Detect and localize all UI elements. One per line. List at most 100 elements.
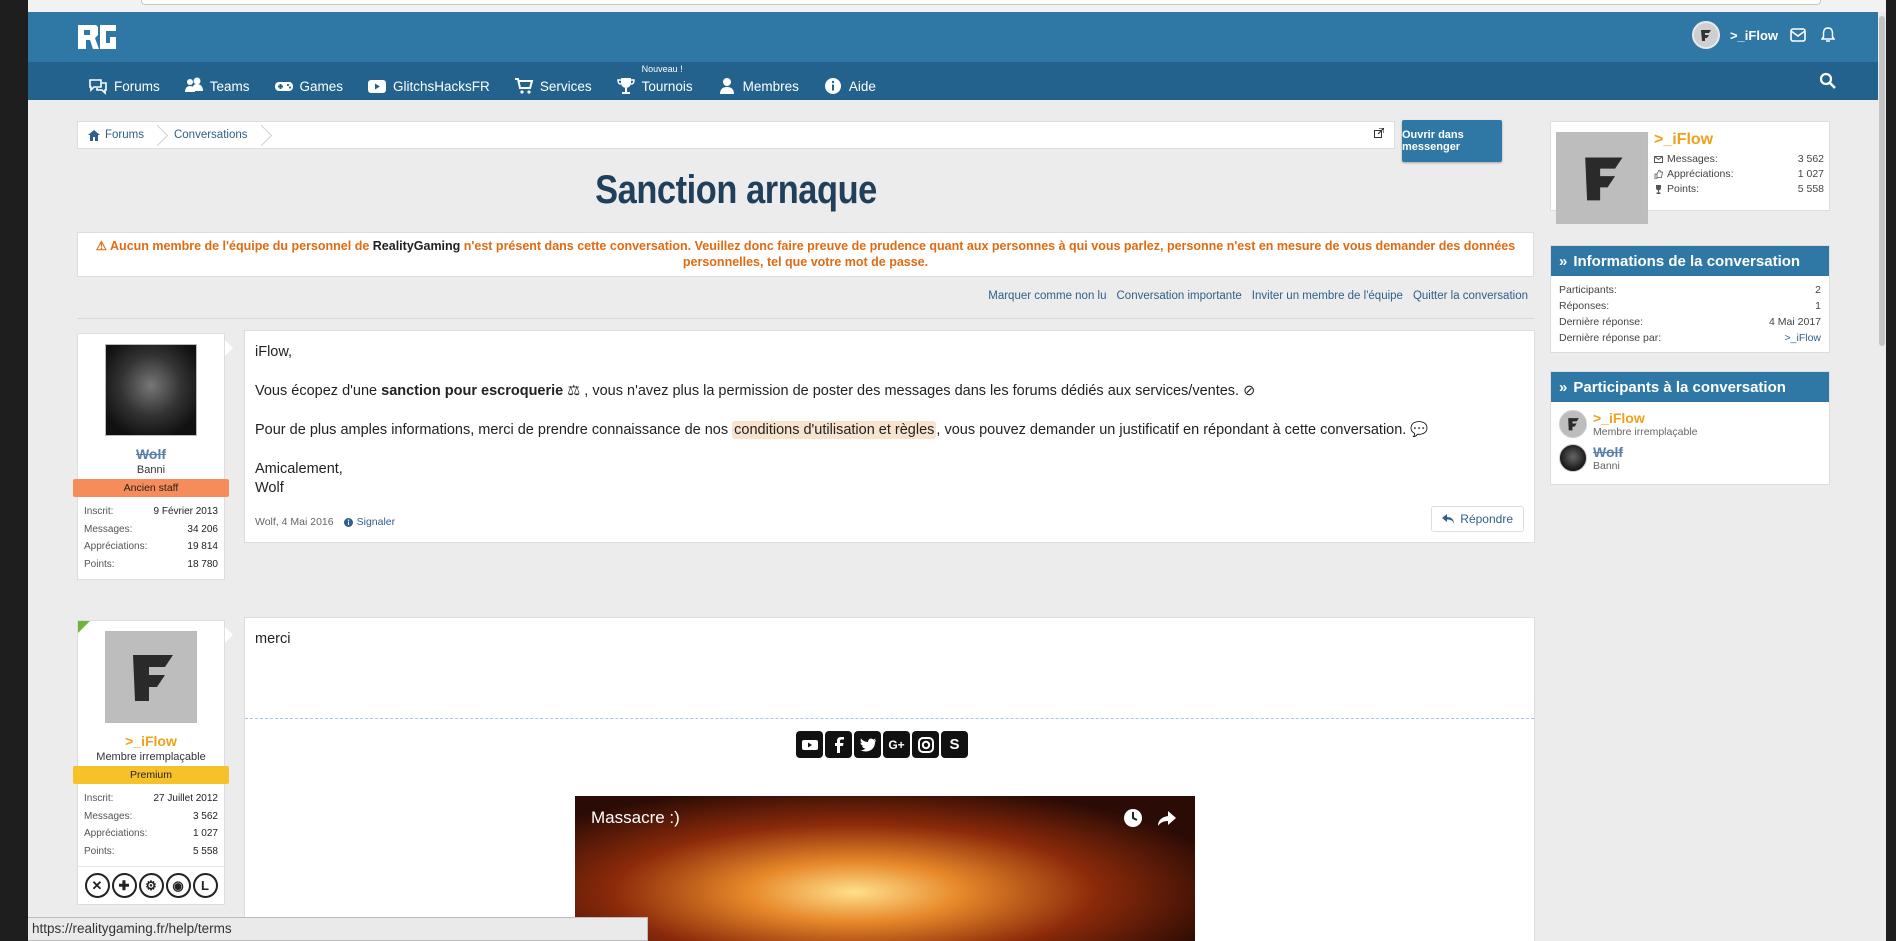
nav-forums[interactable]: Forums bbox=[76, 62, 172, 100]
report-link[interactable]: Signaler bbox=[343, 516, 395, 528]
nav-tournois[interactable]: Nouveau ! Tournois bbox=[604, 62, 705, 100]
participant-avatar[interactable] bbox=[1559, 444, 1587, 472]
embedded-video[interactable]: Massacre :) bbox=[575, 796, 1195, 941]
instagram-icon[interactable] bbox=[912, 731, 939, 758]
terms-link[interactable]: conditions d'utilisation et règles bbox=[732, 421, 937, 439]
user-icon bbox=[719, 78, 734, 94]
stat-key: Appréciations: bbox=[1654, 167, 1734, 182]
page-scrollbar[interactable] bbox=[1878, 12, 1886, 941]
video-title[interactable]: Massacre :) bbox=[591, 808, 680, 828]
nav-teams[interactable]: Teams bbox=[172, 62, 262, 100]
message-meta[interactable]: Wolf, 4 Mai 2016 bbox=[255, 516, 334, 528]
stat-key: Appréciations: bbox=[84, 828, 148, 839]
stat-value: 34 206 bbox=[187, 523, 218, 535]
playstation-icon[interactable]: ✚ bbox=[111, 873, 137, 898]
google-plus-icon[interactable]: G+ bbox=[883, 731, 910, 758]
open-messenger-button[interactable]: Ouvrir dans messenger bbox=[1402, 120, 1502, 162]
card-title: Participants à la conversation bbox=[1573, 378, 1786, 396]
gaming-platforms: ✕ ✚ ⚙ ◉ L bbox=[78, 866, 224, 904]
site-logo[interactable] bbox=[76, 21, 120, 53]
info-value: 1 bbox=[1815, 300, 1821, 312]
participant-title: Membre irremplaçable bbox=[1593, 426, 1698, 438]
breadcrumb-conversations[interactable]: Conversations bbox=[158, 122, 262, 148]
external-link-icon[interactable] bbox=[1374, 128, 1384, 138]
card-body: Participants: 2 Réponses: 1 Dernière répon… bbox=[1551, 276, 1829, 352]
warning-icon: ⚠ bbox=[95, 239, 108, 253]
card-body: >_iFlow Membre irremplaçable Wolf Banni bbox=[1551, 402, 1829, 484]
users-icon bbox=[184, 77, 203, 92]
facebook-icon[interactable] bbox=[825, 731, 852, 758]
star-conversation-link[interactable]: Conversation importante bbox=[1117, 290, 1242, 302]
double-chevron-icon: » bbox=[1559, 252, 1568, 270]
participant-avatar[interactable] bbox=[1559, 410, 1587, 438]
header-avatar[interactable] bbox=[1691, 21, 1720, 49]
participant-name[interactable]: >_iFlow bbox=[1593, 410, 1697, 426]
origin-icon[interactable]: ◉ bbox=[165, 873, 191, 898]
nav-services[interactable]: Services bbox=[502, 62, 604, 100]
message-closing: Amicalement, Wolf bbox=[255, 460, 1524, 498]
nav-label: Teams bbox=[209, 78, 250, 94]
participant[interactable]: Wolf Banni bbox=[1559, 444, 1821, 472]
leave-conversation-link[interactable]: Quitter la conversation bbox=[1413, 290, 1528, 302]
participant-name[interactable]: Wolf bbox=[1593, 444, 1623, 460]
scrollbar-thumb[interactable] bbox=[1879, 16, 1885, 346]
staff-warning-notice: ⚠ Aucun membre de l'équipe du personnel … bbox=[77, 232, 1534, 277]
author-stats: Inscrit: 9 Février 2013 Messages: 34 206 A… bbox=[78, 497, 224, 579]
author-avatar[interactable] bbox=[105, 631, 197, 723]
double-chevron-icon: » bbox=[1559, 378, 1568, 396]
stat-value: 9 Février 2013 bbox=[153, 506, 218, 517]
closing-signature: Wolf bbox=[255, 480, 284, 496]
cart-icon bbox=[514, 78, 534, 94]
nav-aide[interactable]: Aide bbox=[811, 62, 888, 100]
mark-unread-link[interactable]: Marquer comme non lu bbox=[988, 290, 1106, 302]
visitor-avatar[interactable] bbox=[1556, 132, 1648, 224]
reply-label: Répondre bbox=[1460, 512, 1513, 526]
participant[interactable]: >_iFlow Membre irremplaçable bbox=[1559, 410, 1821, 438]
author-name[interactable]: Wolf bbox=[78, 446, 224, 462]
nav-label: Tournois bbox=[641, 78, 693, 94]
youtube-icon bbox=[368, 80, 387, 93]
inbox-icon[interactable] bbox=[1788, 25, 1808, 45]
post-message: iFlow, Vous écopez d'une sanction pour e… bbox=[244, 330, 1535, 543]
info-icon bbox=[824, 78, 841, 94]
nav-label: Aide bbox=[848, 78, 876, 94]
nav-membres[interactable]: Membres bbox=[705, 62, 811, 100]
status-bar-url: https://realitygaming.fr/help/terms bbox=[28, 917, 648, 941]
home-icon bbox=[88, 129, 100, 141]
reply-button[interactable]: Répondre bbox=[1431, 506, 1524, 532]
stat-value: 1 027 bbox=[1797, 168, 1824, 180]
stat-value: 18 780 bbox=[187, 558, 218, 570]
skype-icon[interactable]: S bbox=[941, 731, 968, 758]
invite-staff-link[interactable]: Inviter un membre de l'équipe bbox=[1252, 290, 1403, 302]
header-username[interactable]: >_iFlow bbox=[1730, 28, 1778, 43]
bell-icon[interactable] bbox=[1818, 25, 1838, 45]
author-name[interactable]: >_iFlow bbox=[78, 733, 224, 749]
post-pointer bbox=[225, 627, 233, 643]
author-avatar[interactable] bbox=[105, 344, 197, 436]
xbox-icon[interactable]: ✕ bbox=[84, 873, 110, 898]
steam-icon[interactable]: ⚙ bbox=[138, 873, 164, 898]
site-header: >_iFlow bbox=[28, 12, 1886, 62]
nav-glitchshacksfr[interactable]: GlitchsHacksFR bbox=[355, 62, 502, 100]
stat-value: 5 558 bbox=[1797, 183, 1824, 195]
message-paragraph: Vous écopez d'une sanction pour escroque… bbox=[255, 382, 1524, 401]
share-icon[interactable] bbox=[1157, 808, 1177, 828]
watch-later-icon[interactable] bbox=[1123, 808, 1143, 828]
logo-avatar-icon bbox=[1568, 418, 1579, 431]
stat-key: Points: bbox=[84, 845, 115, 857]
youtube-icon[interactable] bbox=[796, 731, 823, 758]
breadcrumb-forums[interactable]: Forums bbox=[78, 122, 158, 148]
last-reply-user-link[interactable]: >_iFlow bbox=[1785, 330, 1821, 346]
nav-games[interactable]: Games bbox=[262, 62, 356, 100]
stat-value: 27 Juillet 2012 bbox=[153, 793, 219, 804]
stat-key-label: Points: bbox=[1667, 183, 1700, 195]
search-icon[interactable] bbox=[1818, 71, 1838, 91]
message-text: merci bbox=[255, 631, 291, 647]
visitor-name[interactable]: >_iFlow bbox=[1654, 131, 1713, 149]
lol-icon[interactable]: L bbox=[192, 873, 218, 898]
stat-key: Messages: bbox=[84, 810, 133, 822]
twitter-icon[interactable] bbox=[854, 731, 881, 758]
stat-value: 1 027 bbox=[192, 828, 218, 839]
nav-label: GlitchsHacksFR bbox=[393, 78, 490, 94]
visitor-stats: Messages: 3 562 Appréciations: 1 027 Point… bbox=[1654, 152, 1824, 197]
